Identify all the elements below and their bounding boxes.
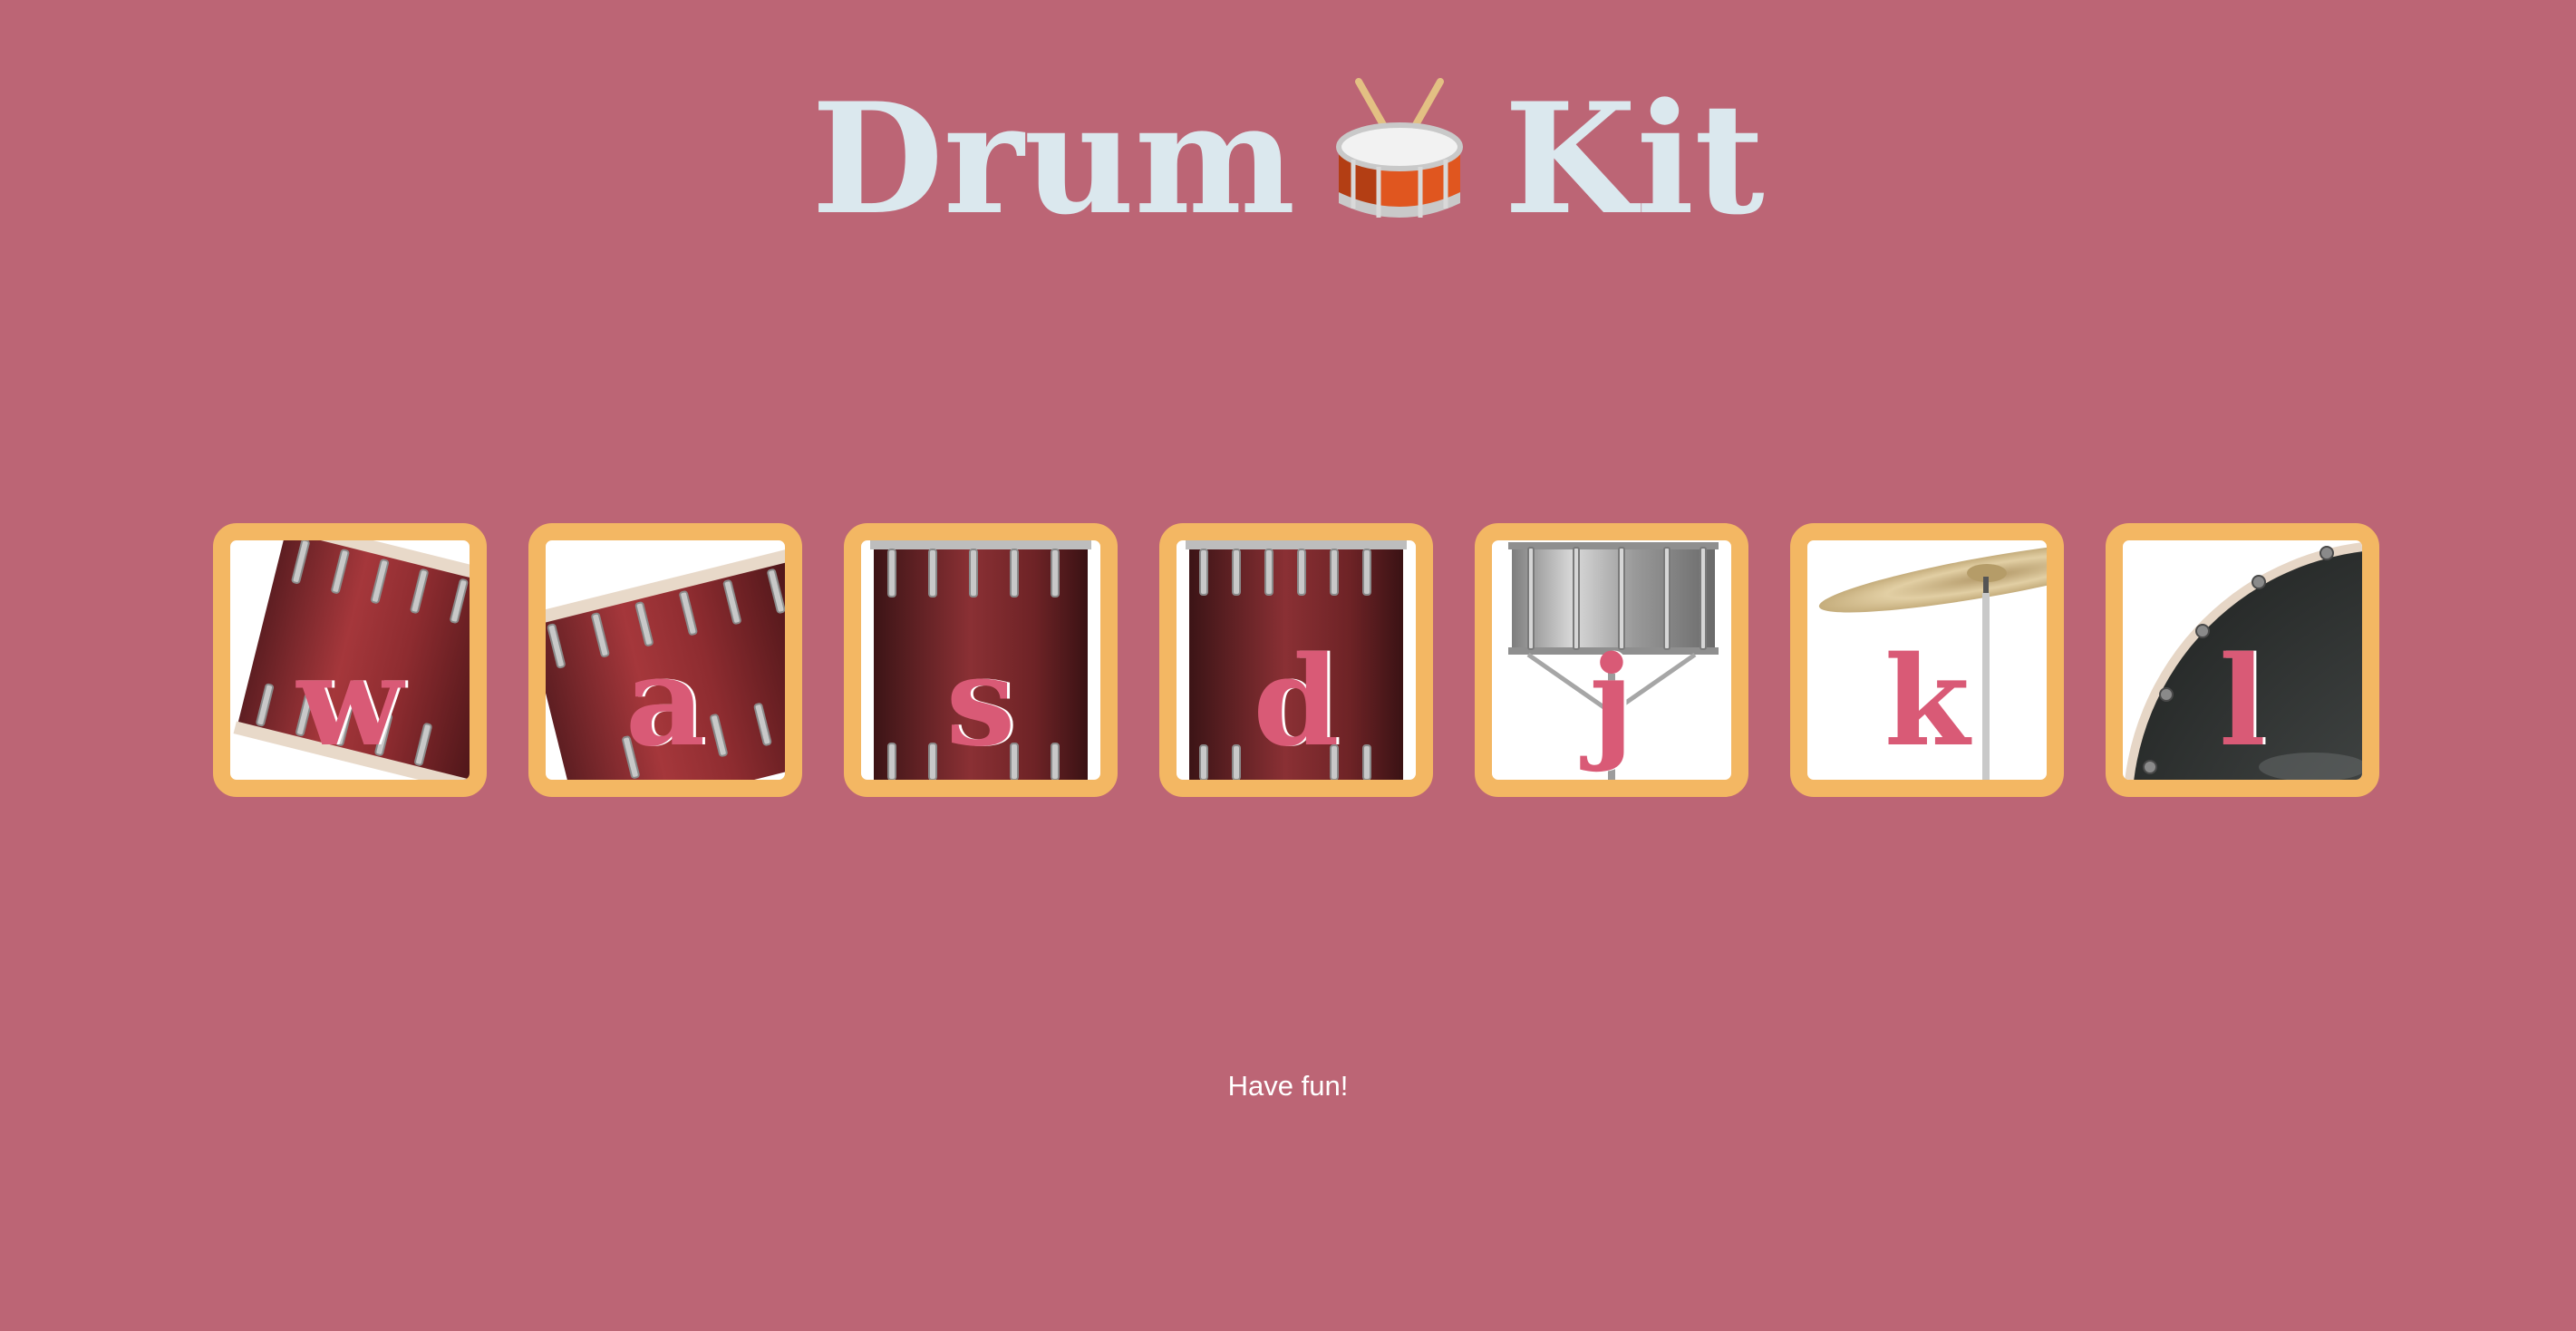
drum-pad-j[interactable]: j	[1475, 523, 1748, 797]
drum-pad-k[interactable]: k	[1790, 523, 2064, 797]
pad-key-letter: a	[625, 629, 706, 774]
pad-key-letter: s	[945, 629, 1016, 774]
drum-pad-d[interactable]: d	[1159, 523, 1433, 797]
footer-text: Have fun!	[1227, 1070, 1349, 1102]
page-title: Drum Kit	[0, 54, 2576, 249]
title-kit-word: Kit	[1504, 69, 1765, 249]
pad-key-letter: d	[1253, 629, 1340, 774]
drum-pad-w[interactable]: w	[213, 523, 487, 797]
title-drum-word: Drum	[811, 69, 1296, 249]
pad-key-letter: l	[2219, 629, 2266, 774]
drum-pad-a[interactable]: a	[528, 523, 802, 797]
drum-with-drumsticks-icon	[1332, 76, 1467, 230]
pad-key-letter: w	[296, 629, 403, 774]
drum-pad-s[interactable]: s	[844, 523, 1118, 797]
drum-pads: w a s d j k l	[213, 523, 2379, 797]
drum-pad-l[interactable]: l	[2106, 523, 2379, 797]
pad-key-letter: k	[1884, 629, 1971, 774]
pad-key-letter: j	[1589, 629, 1634, 774]
